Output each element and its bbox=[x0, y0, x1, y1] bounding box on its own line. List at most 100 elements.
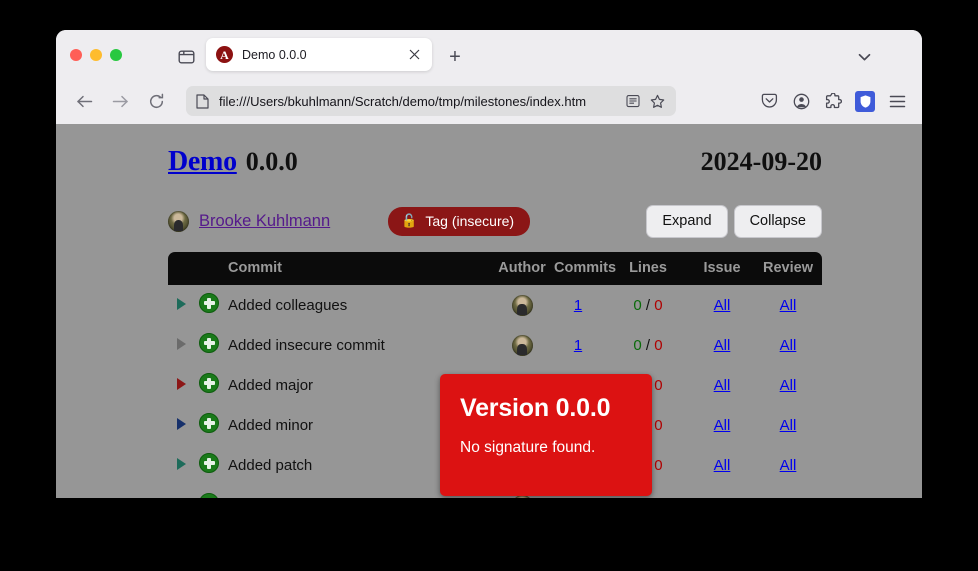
issue-cell: All bbox=[690, 485, 754, 499]
expand-button[interactable]: Expand bbox=[646, 204, 728, 238]
avatar bbox=[511, 334, 533, 356]
ublock-shield-icon[interactable] bbox=[850, 86, 880, 116]
column-header-author[interactable]: Author bbox=[494, 252, 550, 285]
account-icon[interactable] bbox=[786, 86, 816, 116]
disclosure-cell[interactable] bbox=[168, 365, 194, 405]
disclosure-triangle-icon[interactable] bbox=[176, 337, 186, 350]
review-link[interactable]: All bbox=[780, 497, 797, 499]
lines-deleted: 0 bbox=[654, 416, 663, 434]
tag-status-badge[interactable]: 🔓 Tag (insecure) bbox=[388, 206, 531, 236]
disclosure-cell[interactable] bbox=[168, 485, 194, 498]
issue-cell: All bbox=[690, 405, 754, 445]
disclosure-triangle-icon[interactable] bbox=[176, 417, 186, 430]
disclosure-triangle-icon[interactable] bbox=[176, 377, 186, 390]
tab-favicon-icon: A bbox=[216, 46, 233, 63]
forward-icon[interactable] bbox=[104, 86, 136, 116]
avatar bbox=[511, 294, 533, 316]
bookmark-star-icon[interactable] bbox=[645, 89, 669, 113]
issue-link[interactable]: All bbox=[714, 297, 731, 314]
column-header-issue[interactable]: Issue bbox=[690, 252, 754, 285]
commit-count-link[interactable]: 1 bbox=[574, 337, 582, 354]
disclosure-triangle-icon[interactable] bbox=[176, 457, 186, 470]
issue-cell: All bbox=[690, 325, 754, 365]
column-header-icon bbox=[194, 252, 224, 285]
issue-link[interactable]: All bbox=[714, 457, 731, 474]
disclosure-triangle-icon[interactable] bbox=[176, 497, 186, 498]
lines-deleted: 0 bbox=[654, 336, 663, 354]
collapse-button[interactable]: Collapse bbox=[733, 204, 822, 238]
disclosure-cell[interactable] bbox=[168, 405, 194, 445]
release-date: 2024-09-20 bbox=[700, 147, 822, 176]
disclosure-cell[interactable] bbox=[168, 445, 194, 485]
column-header-lines[interactable]: Lines bbox=[606, 252, 690, 285]
disclosure-triangle-icon[interactable] bbox=[176, 297, 186, 310]
version-alert-message: No signature found. bbox=[460, 439, 596, 456]
minimize-window-button[interactable] bbox=[90, 49, 102, 61]
lines-added: 0 bbox=[633, 336, 642, 354]
commit-count-link[interactable]: 1 bbox=[574, 497, 582, 499]
lines-added: 0 bbox=[629, 497, 637, 499]
column-header-commit[interactable]: Commit bbox=[224, 252, 494, 285]
lines-cell: 0 / 0 bbox=[606, 285, 690, 325]
review-cell: All bbox=[754, 445, 822, 485]
chevron-down-icon[interactable] bbox=[850, 44, 878, 70]
issue-cell: All bbox=[690, 365, 754, 405]
close-tab-icon[interactable] bbox=[404, 45, 424, 65]
commit-count-cell: 1 bbox=[550, 285, 606, 325]
reload-icon[interactable] bbox=[140, 86, 172, 116]
commit-type-cell bbox=[194, 325, 224, 365]
url-bar[interactable]: file:///Users/bkuhlmann/Scratch/demo/tmp… bbox=[186, 86, 676, 116]
commit-count-link[interactable]: 1 bbox=[574, 297, 582, 314]
pocket-save-icon[interactable] bbox=[754, 86, 784, 116]
version-alert-popup[interactable]: Version 0.0.0 No signature found. bbox=[440, 374, 652, 496]
extensions-icon[interactable] bbox=[818, 86, 848, 116]
tab-strip: A Demo 0.0.0 + bbox=[56, 30, 922, 78]
page-document-icon bbox=[196, 93, 209, 109]
commit-type-cell bbox=[194, 285, 224, 325]
issue-link[interactable]: All bbox=[714, 497, 731, 499]
page-content: Demo 0.0.0 2024-09-20 Brooke Kuhlmann 🔓 … bbox=[56, 124, 922, 498]
application-menu-icon[interactable] bbox=[882, 86, 912, 116]
lines-deleted: 0 bbox=[654, 296, 663, 314]
issue-link[interactable]: All bbox=[714, 377, 731, 394]
disclosure-cell[interactable] bbox=[168, 285, 194, 325]
url-text: file:///Users/bkuhlmann/Scratch/demo/tmp… bbox=[219, 93, 587, 109]
review-cell: All bbox=[754, 365, 822, 405]
sidebar-toggle-icon[interactable] bbox=[171, 44, 201, 70]
commit-author-cell bbox=[494, 325, 550, 365]
lines-separator: / bbox=[645, 336, 651, 354]
lines-separator: / bbox=[642, 497, 646, 499]
review-link[interactable]: All bbox=[780, 377, 797, 394]
project-name-link[interactable]: Demo bbox=[168, 146, 237, 178]
maximize-window-button[interactable] bbox=[110, 49, 122, 61]
column-header-arrow bbox=[168, 252, 194, 285]
back-icon[interactable] bbox=[68, 86, 100, 116]
issue-cell: All bbox=[690, 285, 754, 325]
commit-type-cell bbox=[194, 445, 224, 485]
column-header-review[interactable]: Review bbox=[754, 252, 822, 285]
window-traffic-lights bbox=[70, 49, 122, 61]
review-link[interactable]: All bbox=[780, 457, 797, 474]
issue-link[interactable]: All bbox=[714, 337, 731, 354]
review-cell: All bbox=[754, 485, 822, 499]
commit-type-cell bbox=[194, 365, 224, 405]
browser-tab[interactable]: A Demo 0.0.0 bbox=[206, 38, 432, 71]
table-row[interactable]: Added insecure commit 1 0 / 0 All All bbox=[168, 325, 822, 365]
reader-mode-icon[interactable] bbox=[621, 89, 645, 113]
commit-subject-cell: Added colleagues bbox=[228, 296, 348, 314]
column-header-commits[interactable]: Commits bbox=[550, 252, 616, 285]
disclosure-cell[interactable] bbox=[168, 325, 194, 365]
author-name-link[interactable]: Brooke Kuhlmann bbox=[199, 212, 330, 231]
review-link[interactable]: All bbox=[780, 337, 797, 354]
commit-author-cell bbox=[494, 285, 550, 325]
version-alert-title: Version 0.0.0 bbox=[460, 394, 611, 422]
close-window-button[interactable] bbox=[70, 49, 82, 61]
commit-type-cell bbox=[194, 485, 224, 498]
issue-link[interactable]: All bbox=[714, 417, 731, 434]
review-link[interactable]: All bbox=[780, 297, 797, 314]
navigation-toolbar: file:///Users/bkuhlmann/Scratch/demo/tmp… bbox=[56, 78, 922, 124]
review-cell: All bbox=[754, 325, 822, 365]
review-link[interactable]: All bbox=[780, 417, 797, 434]
table-row[interactable]: Added colleagues 1 0 / 0 All All bbox=[168, 285, 822, 325]
new-tab-button[interactable]: + bbox=[441, 43, 469, 71]
